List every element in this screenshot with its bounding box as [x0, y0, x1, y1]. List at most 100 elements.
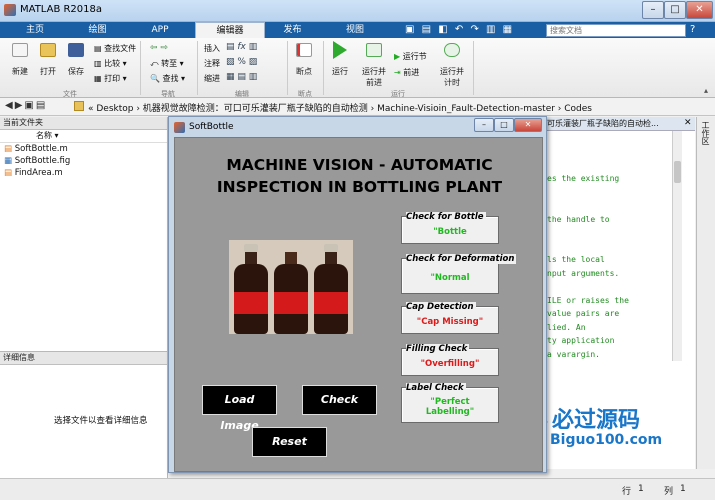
- advance-icon: ⇥: [394, 68, 404, 77]
- help-icon[interactable]: ?: [690, 24, 695, 35]
- save-button[interactable]: 保存: [62, 66, 90, 77]
- ribbon-toolstrip: 新建 打开 保存 ▤ 查找文件 ▥ 比较 ▾ ▦ 打印 ▾ 文件 ⇦ ⇨ ⤺ 转…: [0, 38, 715, 98]
- tab-editor[interactable]: 编辑器: [195, 22, 265, 38]
- run-advance-icon: [366, 43, 382, 57]
- find-files-button[interactable]: ▤ 查找文件: [94, 43, 136, 54]
- address-bar: ◀▶▣▤ « Desktop › 机器视觉故障检测：可口可乐灌装厂瓶子缺陷的自动…: [0, 98, 715, 116]
- run-time-button[interactable]: 运行并 计时: [434, 66, 470, 88]
- figure-app-icon: [174, 122, 185, 133]
- bottle-right: [312, 244, 350, 334]
- collapse-ribbon-icon[interactable]: ▴: [704, 86, 708, 95]
- check-deformation-title: Check for Deformation: [406, 254, 517, 264]
- tab-apps[interactable]: APP: [125, 22, 195, 38]
- run-time-icon: [444, 43, 460, 57]
- advance-button[interactable]: ⇥ 前进: [394, 67, 419, 78]
- label-check-box: Label Check "Perfect Labelling": [401, 383, 499, 423]
- search-input[interactable]: 搜索文档: [546, 24, 686, 37]
- editor-tab[interactable]: 可乐灌装厂瓶子缺陷的自动检...: [545, 117, 695, 131]
- headline-line-1: MACHINE VISION - AUTOMATIC: [226, 156, 493, 174]
- run-advance-button[interactable]: 运行并 前进: [356, 66, 392, 88]
- run-section-button[interactable]: ▶ 运行节: [394, 51, 427, 62]
- minimize-button[interactable]: –: [642, 1, 664, 19]
- find-button[interactable]: 🔍 查找 ▾: [150, 73, 185, 84]
- code-area[interactable]: es the existing the handle to ls the loc…: [547, 174, 629, 363]
- editor-scrollbar[interactable]: [672, 131, 682, 361]
- check-bottle-title: Check for Bottle: [406, 212, 486, 222]
- file-item[interactable]: ▤ SoftBottle.m: [0, 143, 167, 155]
- tab-plots[interactable]: 绘图: [70, 22, 125, 38]
- window-title: MATLAB R2018a: [20, 4, 103, 15]
- compare-icon: ▥: [94, 59, 105, 68]
- goto-icon: ⤺: [150, 59, 162, 68]
- load-image-button[interactable]: Load Image: [203, 386, 276, 432]
- quick-access-icons[interactable]: ▣ ▤ ◧ ↶ ↷ ▥ ▦: [405, 24, 514, 35]
- workspace-side-tab[interactable]: 工作区: [696, 117, 715, 469]
- divider: [323, 41, 324, 95]
- print-button[interactable]: ▦ 打印 ▾: [94, 73, 127, 84]
- run-button[interactable]: 运行: [326, 66, 354, 77]
- goto-button[interactable]: ⤺ 转至 ▾: [150, 58, 184, 69]
- indent-button[interactable]: 缩进: [204, 73, 220, 84]
- maximize-button[interactable]: □: [664, 1, 686, 19]
- tab-view[interactable]: 视图: [320, 22, 390, 38]
- current-path[interactable]: « Desktop › 机器视觉故障检测：可口可乐灌装厂瓶子缺陷的自动检测 › …: [88, 101, 592, 114]
- cap-detection-title: Cap Detection: [406, 302, 476, 312]
- comment-button[interactable]: 注释: [204, 58, 220, 69]
- code-line: es the existing: [547, 174, 620, 183]
- new-button[interactable]: 新建: [6, 66, 34, 77]
- label-check-title: Label Check: [406, 383, 466, 393]
- bottle-image: [229, 240, 353, 334]
- headline-line-2: INSPECTION IN BOTTLING PLANT: [216, 178, 503, 196]
- code-line: ILE or raises the: [547, 295, 629, 305]
- insert-button[interactable]: 插入: [204, 43, 220, 54]
- check-button[interactable]: Check: [303, 386, 376, 414]
- current-folder-header: 当前文件夹: [0, 117, 167, 130]
- check-bottle-box: Check for Bottle "Bottle: [401, 212, 499, 244]
- file-item[interactable]: ▤ FindArea.m: [0, 167, 167, 179]
- row-value: 1: [638, 484, 644, 494]
- nav-buttons-icon[interactable]: ◀▶▣▤: [5, 100, 47, 111]
- run-icon: [333, 41, 347, 59]
- figure-minimize-button[interactable]: –: [474, 118, 494, 132]
- edit-tools-icon[interactable]: ▤ fx ▥: [226, 42, 257, 52]
- close-button[interactable]: ✕: [686, 1, 713, 19]
- name-column-header[interactable]: 名称 ▾: [0, 130, 167, 143]
- file-item[interactable]: ▦ SoftBottle.fig: [0, 155, 167, 167]
- breakpoints-button[interactable]: 断点: [290, 66, 318, 77]
- indent-tools-icon[interactable]: ▦ ▤ ▥: [226, 72, 257, 82]
- label-check-result: "Perfect Labelling": [425, 397, 475, 417]
- details-message: 选择文件以查看详细信息: [54, 416, 148, 426]
- navigate-arrows-icon[interactable]: ⇦ ⇨: [150, 43, 168, 53]
- tab-home[interactable]: 主页: [0, 22, 70, 38]
- cap-detection-box: Cap Detection "Cap Missing": [401, 302, 499, 334]
- tab-publish[interactable]: 发布: [265, 22, 320, 38]
- filling-check-box: Filling Check "Overfilling": [401, 344, 499, 376]
- filling-check-title: Filling Check: [406, 344, 470, 354]
- code-line: ty application: [547, 336, 615, 345]
- cap-detection-result: "Cap Missing": [416, 317, 484, 327]
- current-folder-panel: 当前文件夹 名称 ▾ ▤ SoftBottle.m ▦ SoftBottle.f…: [0, 117, 168, 351]
- run-section-icon: ▶: [394, 52, 403, 61]
- divider: [473, 41, 474, 95]
- compare-button[interactable]: ▥ 比较 ▾: [94, 58, 127, 69]
- matlab-logo-icon: [4, 4, 16, 16]
- scrollbar-thumb[interactable]: [674, 161, 681, 183]
- figure-maximize-button[interactable]: □: [494, 118, 514, 132]
- m-file-icon: ▤: [4, 168, 15, 178]
- reset-button[interactable]: Reset: [253, 428, 326, 456]
- close-editor-icon[interactable]: ✕: [684, 118, 692, 128]
- find-files-icon: ▤: [94, 44, 105, 53]
- code-line: nput arguments.: [547, 268, 620, 278]
- watermark-url: Biguo100.com: [550, 432, 663, 448]
- code-line: the handle to: [547, 214, 610, 224]
- code-line: lied. An: [547, 322, 586, 332]
- code-line: ls the local: [547, 255, 605, 264]
- divider: [287, 41, 288, 95]
- open-button[interactable]: 打开: [34, 66, 62, 77]
- print-icon: ▦: [94, 74, 105, 83]
- comment-tools-icon[interactable]: ▧ % ▨: [226, 57, 257, 67]
- figure-close-button[interactable]: ✕: [514, 118, 542, 132]
